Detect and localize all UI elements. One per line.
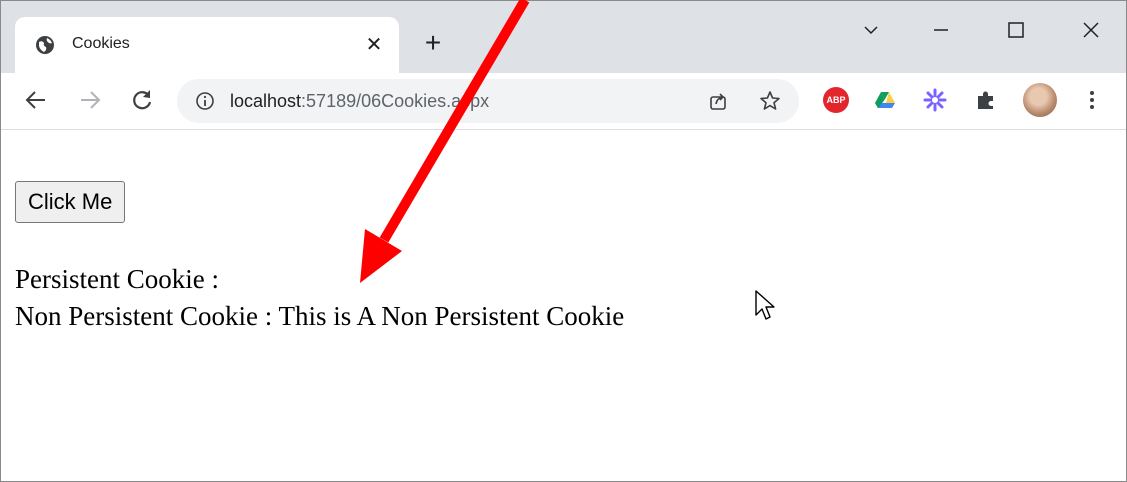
url-text[interactable]: localhost:57189/06Cookies.aspx (230, 91, 489, 112)
adblock-plus-icon[interactable]: ABP (823, 87, 849, 113)
browser-window: Cookies ✕ + localhost:57189/06Cookies.as… (0, 0, 1127, 482)
bookmark-star-icon[interactable] (759, 90, 781, 112)
forward-arrow-icon[interactable] (77, 87, 103, 113)
kebab-menu-icon[interactable] (1079, 87, 1105, 113)
address-bar[interactable]: localhost:57189/06Cookies.aspx (177, 79, 799, 123)
info-icon[interactable] (195, 91, 215, 111)
tab-cookies[interactable]: Cookies ✕ (15, 17, 399, 73)
persistent-cookie-label: Persistent Cookie : (15, 264, 219, 294)
tab-close-icon[interactable]: ✕ (363, 34, 385, 56)
url-path: :57189/06Cookies.aspx (301, 91, 490, 111)
url-host: localhost (230, 91, 302, 111)
tab-strip: Cookies ✕ + (1, 1, 1126, 73)
browser-toolbar: localhost:57189/06Cookies.aspx ABP (1, 73, 1126, 130)
maximize-icon[interactable] (1001, 15, 1031, 45)
google-drive-icon[interactable] (872, 87, 898, 113)
mouse-cursor-icon (755, 290, 775, 320)
puzzle-extensions-icon[interactable] (973, 87, 999, 113)
share-icon[interactable] (707, 90, 729, 112)
tab-title: Cookies (72, 35, 130, 52)
globe-icon (36, 36, 54, 54)
new-tab-button[interactable]: + (419, 29, 447, 57)
reload-icon[interactable] (129, 87, 155, 113)
back-arrow-icon[interactable] (23, 87, 49, 113)
asterisk-extension-icon[interactable] (922, 87, 948, 113)
chevron-down-icon[interactable] (856, 15, 886, 45)
non-persistent-cookie-label: Non Persistent Cookie : This is A Non Pe… (15, 301, 625, 331)
close-icon[interactable] (1076, 15, 1106, 45)
page-content: Click Me Persistent Cookie : Non Persist… (1, 130, 1126, 481)
click-me-button[interactable]: Click Me (15, 181, 126, 223)
profile-avatar[interactable] (1023, 83, 1057, 117)
minimize-icon[interactable] (926, 15, 956, 45)
